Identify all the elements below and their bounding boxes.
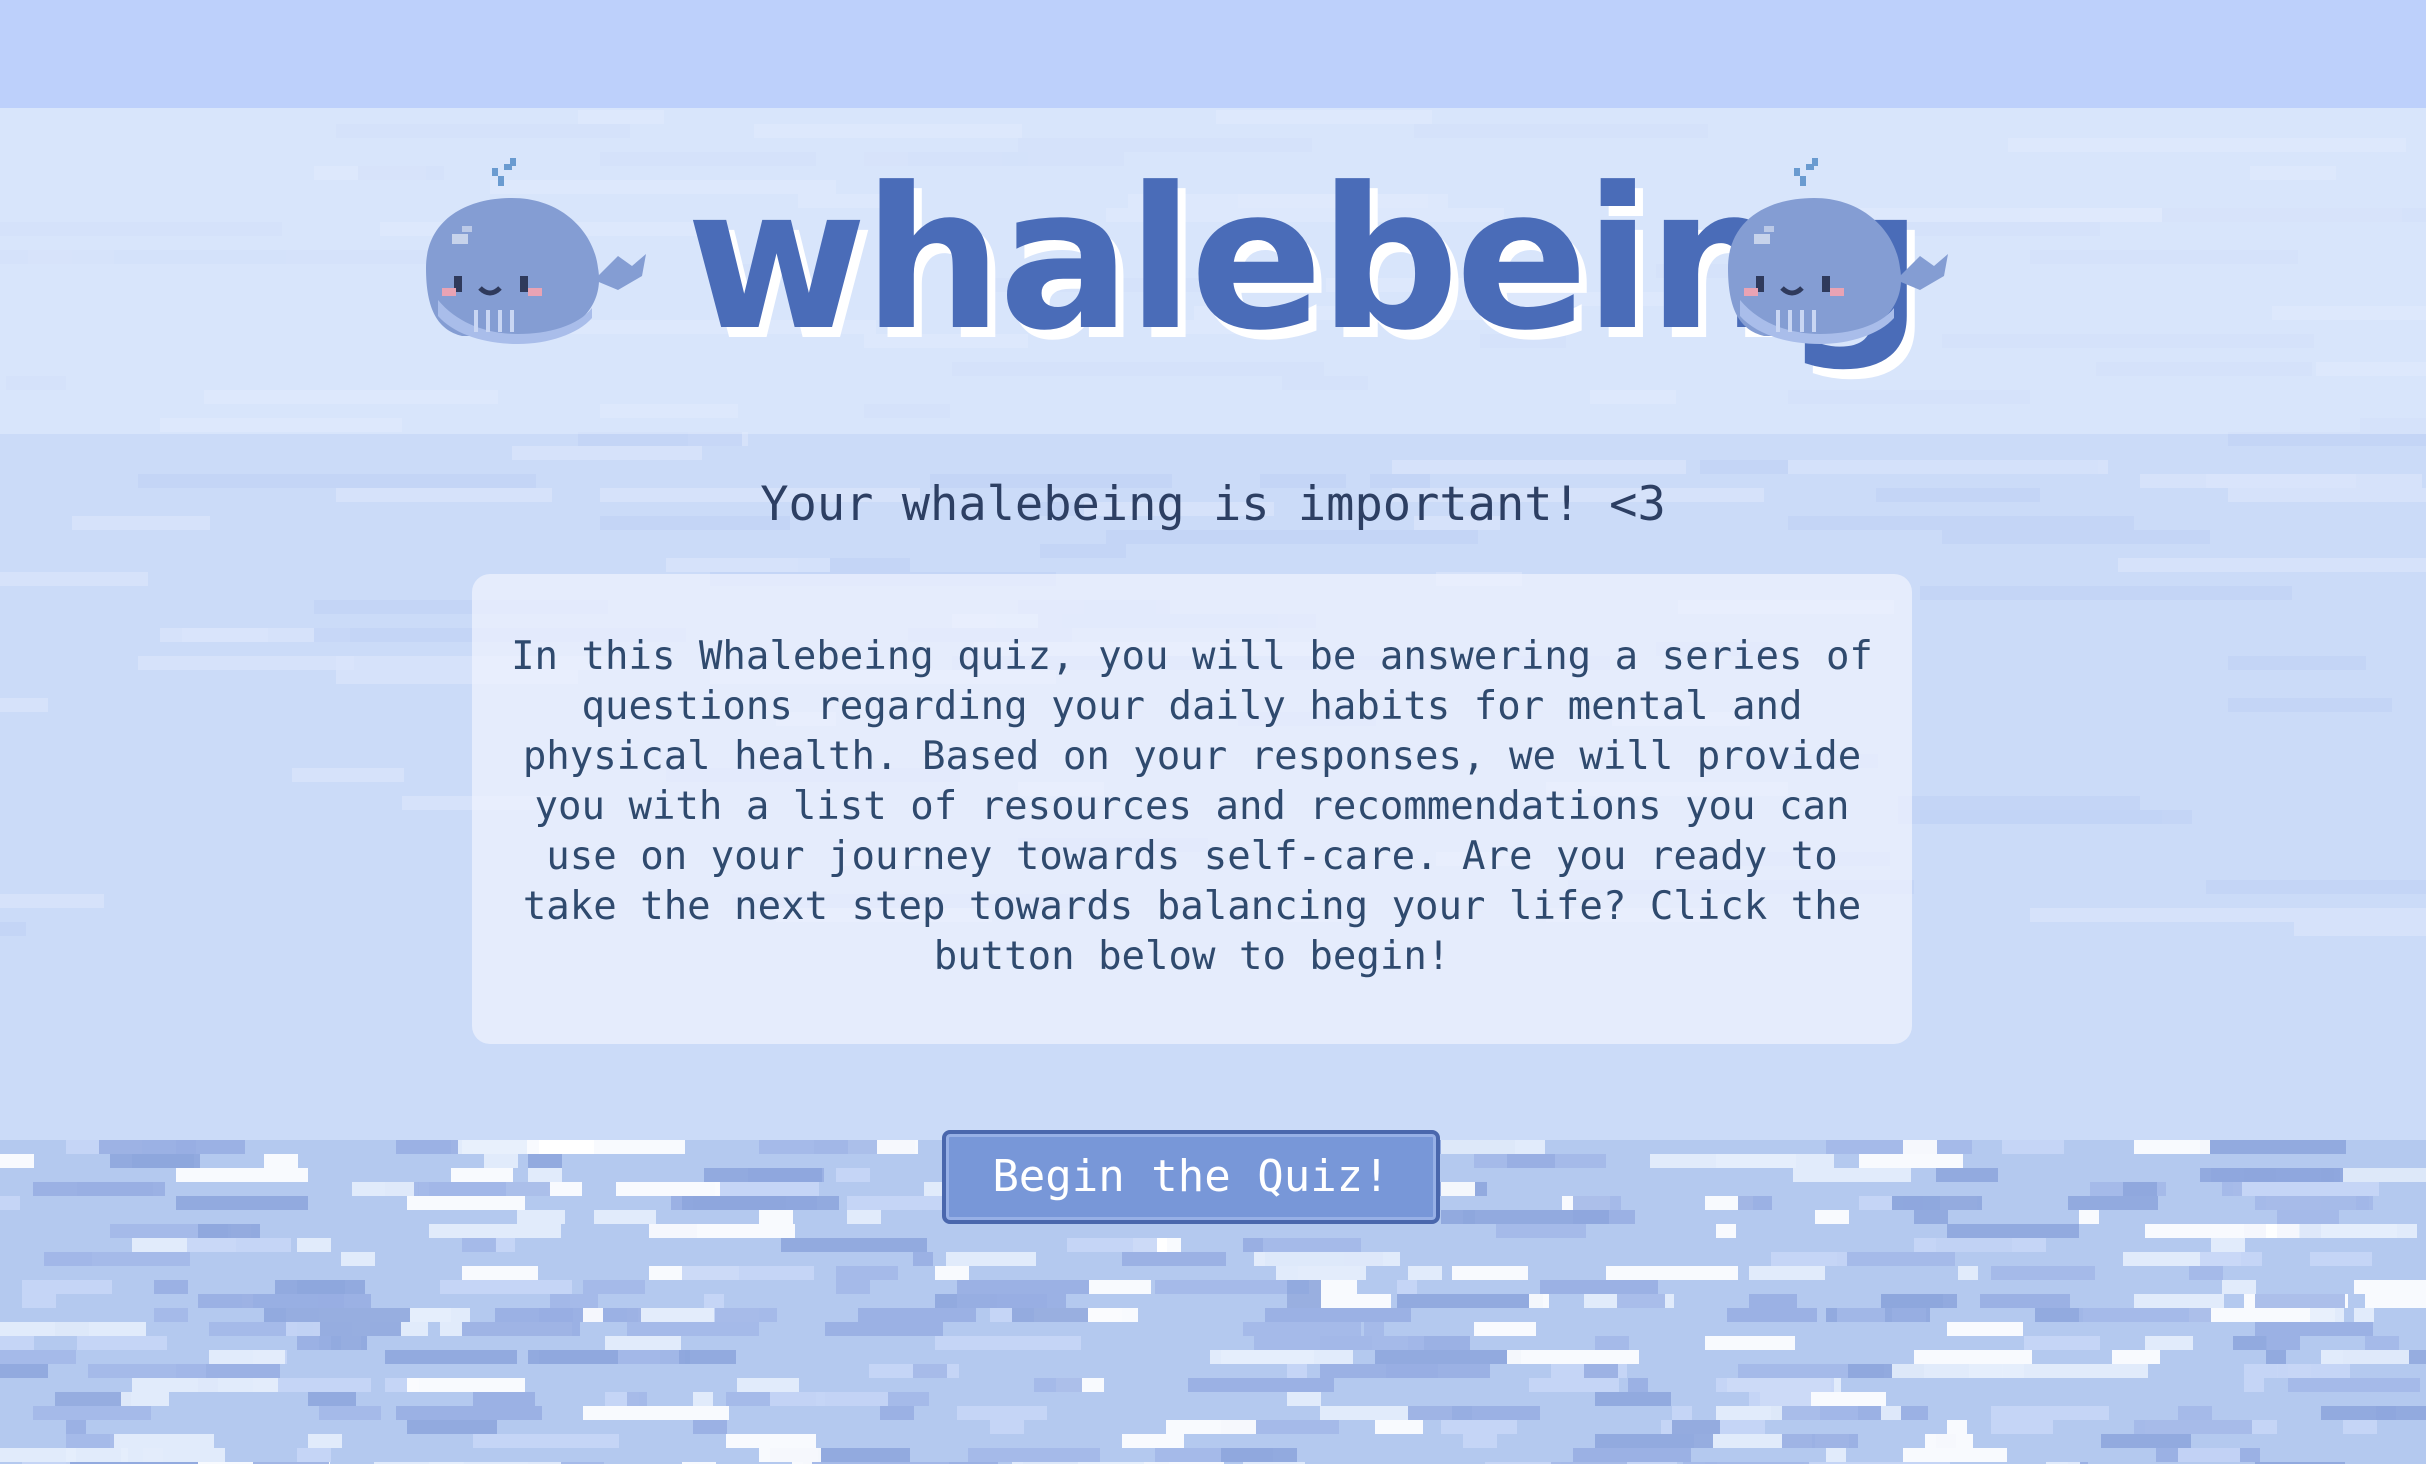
- intro-text: In this Whalebeing quiz, you will be ans…: [511, 634, 1873, 979]
- begin-quiz-button[interactable]: Begin the Quiz!: [942, 1130, 1440, 1224]
- tagline: Your whalebeing is important! <3: [760, 477, 1666, 532]
- whale-icon: [1720, 150, 1960, 370]
- logo-row: whalebeing: [0, 140, 2426, 400]
- top-bar: [0, 0, 2426, 108]
- whale-icon: [418, 150, 658, 370]
- intro-card: In this Whalebeing quiz, you will be ans…: [472, 574, 1912, 1044]
- site-title: whalebeing: [686, 146, 1923, 374]
